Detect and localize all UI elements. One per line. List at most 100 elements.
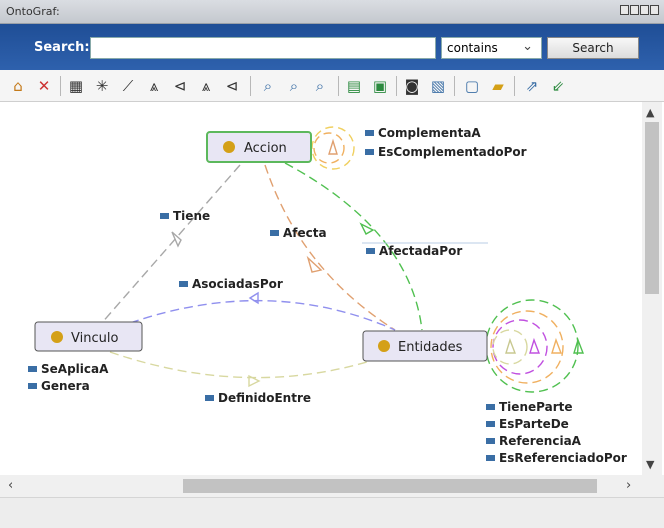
edge-esreferenciado-loop[interactable] xyxy=(492,329,528,365)
edge-label-esreferenciado[interactable]: EsReferenciadoPor xyxy=(486,451,627,465)
edge-label-afectada[interactable]: AfectadaPor xyxy=(366,244,462,258)
window-controls xyxy=(620,5,659,15)
edge-label-afecta[interactable]: Afecta xyxy=(270,226,327,240)
property-marker-icon xyxy=(366,248,375,254)
edge-asociadas-arrow xyxy=(248,291,259,305)
scrollbar-corner xyxy=(642,475,664,497)
property-marker-icon xyxy=(270,230,279,236)
vertical-scrollbar[interactable]: ▲ ▼ xyxy=(642,102,662,475)
property-marker-icon xyxy=(28,366,37,372)
edge-asociadas[interactable] xyxy=(129,299,396,331)
svg-text:Tiene: Tiene xyxy=(173,209,210,223)
scroll-down-icon[interactable]: ▼ xyxy=(646,458,654,471)
edge-label-tieneparte[interactable]: TieneParte xyxy=(486,400,572,414)
svg-text:SeAplicaA: SeAplicaA xyxy=(41,362,109,376)
home-icon[interactable]: ⌂ xyxy=(8,76,28,96)
class-icon xyxy=(378,340,390,352)
minimize-window-icon[interactable] xyxy=(630,5,639,15)
open-icon[interactable]: ▰ xyxy=(488,76,508,96)
edge-afecta-arrow xyxy=(306,255,323,273)
node-accion[interactable]: Accion xyxy=(206,131,312,163)
tree-right-icon[interactable]: ⊲ xyxy=(170,76,190,96)
grid-layout-icon[interactable]: ▦ xyxy=(66,76,86,96)
horizontal-scrollbar[interactable]: ‹ › xyxy=(0,475,642,497)
scroll-left-icon[interactable]: ‹ xyxy=(8,478,13,493)
search-input[interactable] xyxy=(90,37,436,59)
class-icon xyxy=(223,141,235,153)
property-marker-icon xyxy=(486,455,495,461)
property-marker-icon xyxy=(486,421,495,427)
radial-layout-icon[interactable]: ✳ xyxy=(92,76,112,96)
node-vinculo[interactable]: Vinculo xyxy=(34,321,143,352)
edge-label-asociadas[interactable]: AsociadasPor xyxy=(179,277,283,291)
search-mode-value: contains xyxy=(447,41,498,55)
status-area xyxy=(0,497,664,528)
edit-icon[interactable]: ▧ xyxy=(428,76,448,96)
edge-label-tiene[interactable]: Tiene xyxy=(160,209,210,223)
svg-text:AsociadasPor: AsociadasPor xyxy=(192,277,283,291)
edge-label-complementa[interactable]: ComplementaA xyxy=(365,126,481,140)
search-bar: Search: contains ⌄ Search xyxy=(0,24,664,70)
remove-icon[interactable]: ✕ xyxy=(34,76,54,96)
edge-definido[interactable] xyxy=(109,351,381,379)
toolbar-separator xyxy=(250,76,251,96)
edge-label-esparte[interactable]: EsParteDe xyxy=(486,417,569,431)
filter-nodes-icon[interactable]: ▤ xyxy=(344,76,364,96)
restore-window-icon[interactable] xyxy=(620,5,629,15)
edge-label-definido[interactable]: DefinidoEntre xyxy=(205,391,311,405)
edge-esparte-arrow xyxy=(551,337,563,354)
horizontal-scroll-thumb[interactable] xyxy=(183,479,597,493)
tree-left-icon[interactable]: ⊲ xyxy=(222,76,242,96)
tree-down-icon[interactable]: ⩓ xyxy=(144,76,164,96)
property-marker-icon xyxy=(28,383,37,389)
class-icon xyxy=(51,331,63,343)
property-marker-icon xyxy=(486,438,495,444)
close-window-icon[interactable] xyxy=(650,5,659,15)
zoom-out-icon[interactable]: ⌕ xyxy=(284,76,304,96)
node-entidades-label: Entidades xyxy=(398,340,463,355)
edge-esreferenciado-arrow xyxy=(505,337,517,354)
import-icon[interactable]: ⇙ xyxy=(548,76,568,96)
edge-label-referencia[interactable]: ReferenciaA xyxy=(486,434,582,448)
node-vinculo-label: Vinculo xyxy=(71,331,118,346)
export-icon[interactable]: ⇗ xyxy=(522,76,542,96)
graph-canvas[interactable]: Accion Vinculo Entidades ComplementaA Es… xyxy=(0,102,642,475)
scroll-right-icon[interactable]: › xyxy=(626,478,631,493)
edge-escomplementado-loop[interactable] xyxy=(313,132,345,164)
tree-down-alt-icon[interactable]: ⩓ xyxy=(196,76,216,96)
filter-arcs-icon[interactable]: ▣ xyxy=(370,76,390,96)
svg-text:DefinidoEntre: DefinidoEntre xyxy=(218,391,311,405)
zoom-fit-icon[interactable]: ⌕ xyxy=(310,76,330,96)
node-accion-label: Accion xyxy=(244,141,287,156)
node-entidades[interactable]: Entidades xyxy=(362,330,488,362)
camera-icon[interactable]: ◙ xyxy=(402,76,422,96)
spring-layout-icon[interactable]: ⟋ xyxy=(118,76,138,96)
property-marker-icon xyxy=(160,213,169,219)
svg-text:ReferenciaA: ReferenciaA xyxy=(499,434,582,448)
property-marker-icon xyxy=(365,130,374,136)
svg-text:Genera: Genera xyxy=(41,379,90,393)
svg-text:Afecta: Afecta xyxy=(283,226,327,240)
edge-referencia-loop[interactable] xyxy=(492,319,548,375)
zoom-in-icon[interactable]: ⌕ xyxy=(258,76,278,96)
edge-tiene[interactable] xyxy=(99,164,241,326)
property-marker-icon xyxy=(179,281,188,287)
svg-text:EsComplementadoPor: EsComplementadoPor xyxy=(378,145,527,159)
svg-text:ComplementaA: ComplementaA xyxy=(378,126,481,140)
edge-label-seaplica[interactable]: SeAplicaA xyxy=(28,362,109,376)
graph-toolbar: ⌂ ✕ ▦ ✳ ⟋ ⩓ ⊲ ⩓ ⊲ ⌕ ⌕ ⌕ ▤ ▣ ◙ ▧ ▢ ▰ ⇗ ⇙ xyxy=(0,70,664,102)
scroll-up-icon[interactable]: ▲ xyxy=(646,106,654,119)
ontology-graph[interactable]: Accion Vinculo Entidades ComplementaA Es… xyxy=(0,102,642,475)
vertical-scroll-thumb[interactable] xyxy=(645,122,659,294)
save-icon[interactable]: ▢ xyxy=(462,76,482,96)
edge-label-escomplementado[interactable]: EsComplementadoPor xyxy=(365,145,527,159)
svg-text:EsParteDe: EsParteDe xyxy=(499,417,569,431)
edge-label-genera[interactable]: Genera xyxy=(28,379,90,393)
maximize-window-icon[interactable] xyxy=(640,5,649,15)
toolbar-separator xyxy=(454,76,455,96)
search-mode-select[interactable]: contains ⌄ xyxy=(441,37,542,59)
edge-afecta[interactable] xyxy=(264,164,396,331)
window-title: OntoGraf: xyxy=(6,5,60,18)
svg-text:AfectadaPor: AfectadaPor xyxy=(379,244,462,258)
search-button[interactable]: Search xyxy=(547,37,639,59)
